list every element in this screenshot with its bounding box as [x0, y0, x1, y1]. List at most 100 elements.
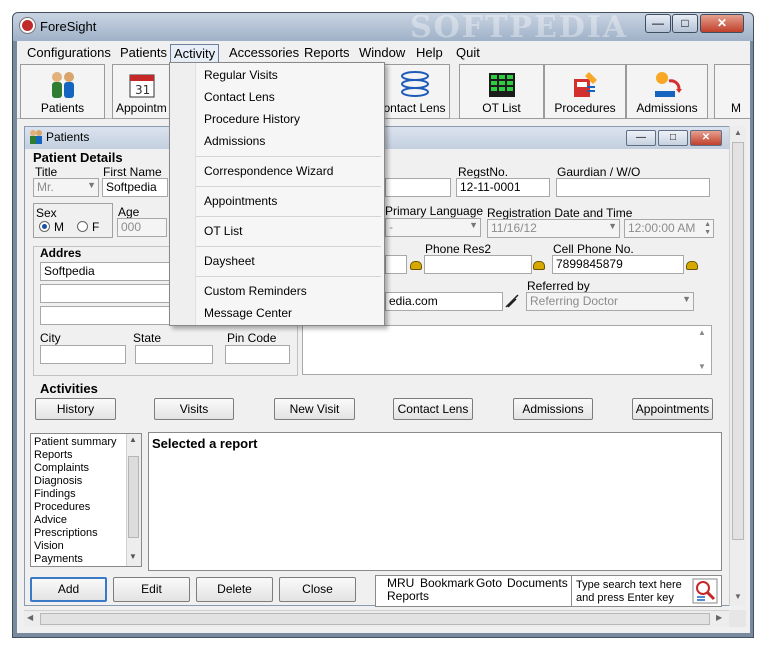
history-button[interactable]: History — [35, 398, 116, 420]
referring-doctor-select[interactable]: Referring Doctor ▼ — [526, 292, 694, 311]
list-item[interactable]: Complaints — [34, 462, 89, 474]
list-item[interactable]: Reports — [34, 449, 73, 461]
menu-reports[interactable]: Reports — [301, 44, 353, 61]
pen-icon[interactable] — [505, 294, 519, 308]
sex-male-radio[interactable] — [39, 221, 50, 232]
toolbar-procedures-button[interactable]: Procedures — [544, 64, 626, 119]
menu-quit[interactable]: Quit — [453, 44, 483, 61]
address-line2-field[interactable] — [40, 284, 170, 303]
phone-icon[interactable] — [686, 261, 698, 270]
scroll-thumb[interactable] — [732, 142, 744, 540]
main-horizontal-scrollbar[interactable]: ◀ ▶ — [24, 610, 730, 627]
list-item[interactable]: Advice — [34, 514, 67, 526]
city-field[interactable] — [40, 345, 126, 364]
phone-icon[interactable] — [533, 261, 545, 270]
scroll-right-icon[interactable]: ▶ — [716, 613, 722, 622]
scroll-thumb[interactable] — [128, 456, 139, 538]
maximize-button[interactable]: □ — [672, 14, 698, 33]
menu-configurations[interactable]: Configurations — [24, 44, 114, 61]
sex-female-radio[interactable] — [77, 221, 88, 232]
phone-res2-field[interactable] — [424, 255, 532, 274]
address-line1-field[interactable]: Softpedia — [40, 262, 170, 281]
regst-no-field[interactable]: 12-11-0001 — [456, 178, 550, 197]
list-item[interactable]: Patient summary — [34, 436, 117, 448]
menu-item-message-center[interactable]: Message Center — [204, 306, 292, 320]
edit-button[interactable]: Edit — [113, 577, 190, 602]
age-field[interactable]: 000 — [117, 218, 167, 237]
toolbar-appointments-button[interactable]: 31 Appointm — [112, 64, 172, 119]
list-item[interactable]: Diagnosis — [34, 475, 82, 487]
list-item[interactable]: Prescriptions — [34, 527, 98, 539]
state-field[interactable] — [135, 345, 213, 364]
scroll-down-icon[interactable]: ▼ — [734, 592, 742, 601]
size-grip[interactable] — [729, 610, 746, 627]
bookmark-link[interactable]: Bookmark — [420, 576, 474, 590]
menu-item-contact-lens[interactable]: Contact Lens — [204, 90, 275, 104]
toolbar-patients-button[interactable]: Patients — [20, 64, 105, 119]
menu-item-ot-list[interactable]: OT List — [204, 224, 242, 238]
minimize-button[interactable]: — — [645, 14, 671, 33]
address-line3-field[interactable] — [40, 306, 170, 325]
menu-item-regular-visits[interactable]: Regular Visits — [204, 68, 278, 82]
list-item[interactable]: Payments — [34, 553, 83, 565]
app-logo-icon[interactable] — [20, 18, 35, 33]
list-item[interactable]: Findings — [34, 488, 76, 500]
scroll-up-icon[interactable]: ▲ — [129, 435, 137, 444]
menu-patients[interactable]: Patients — [117, 44, 170, 61]
toolbar-ot-list-button[interactable]: OT List — [459, 64, 544, 119]
menu-accessories[interactable]: Accessories — [226, 44, 302, 61]
title-bar[interactable] — [13, 13, 753, 41]
scroll-up-icon[interactable]: ▲ — [734, 128, 742, 137]
menu-window[interactable]: Window — [356, 44, 408, 61]
close-button[interactable]: ✕ — [700, 14, 744, 33]
reg-date-picker[interactable]: 11/16/12 ▼ — [487, 219, 620, 238]
reports-link[interactable]: Reports — [387, 589, 429, 603]
menu-item-appointments[interactable]: Appointments — [204, 194, 277, 208]
phone-icon[interactable] — [410, 261, 422, 270]
mru-link[interactable]: MRU — [387, 576, 414, 590]
toolbar-admissions-button[interactable]: Admissions — [626, 64, 708, 119]
appointments-button[interactable]: Appointments — [632, 398, 713, 420]
menu-help[interactable]: Help — [413, 44, 446, 61]
menu-item-correspondence-wizard[interactable]: Correspondence Wizard — [204, 164, 333, 178]
cell-phone-field[interactable]: 7899845879 — [552, 255, 684, 274]
documents-link[interactable]: Documents — [507, 576, 568, 590]
notes-scroll-down-icon[interactable]: ▼ — [698, 362, 706, 371]
contact-lens-button[interactable]: Contact Lens — [393, 398, 473, 420]
report-list-scrollbar[interactable]: ▲ ▼ — [126, 434, 141, 566]
phone-res1-field[interactable] — [385, 255, 407, 274]
email-field[interactable]: edia.com — [385, 292, 503, 311]
admissions-button[interactable]: Admissions — [513, 398, 593, 420]
scroll-thumb[interactable] — [40, 613, 710, 625]
add-button[interactable]: Add — [30, 577, 107, 602]
last-name-field[interactable] — [385, 178, 451, 197]
main-vertical-scrollbar[interactable]: ▲ ▼ — [729, 126, 746, 606]
visits-button[interactable]: Visits — [154, 398, 234, 420]
pin-code-field[interactable] — [225, 345, 290, 364]
child-minimize-button[interactable]: — — [626, 130, 656, 146]
delete-button[interactable]: Delete — [196, 577, 273, 602]
reg-time-field[interactable]: 12:00:00 AM ▲ ▼ — [624, 219, 714, 238]
menu-item-daysheet[interactable]: Daysheet — [204, 254, 255, 268]
new-visit-button[interactable]: New Visit — [274, 398, 355, 420]
toolbar-contact-lens-button[interactable]: ontact Lens — [380, 64, 450, 119]
list-item[interactable]: Vision — [34, 540, 64, 552]
scroll-down-icon[interactable]: ▼ — [129, 552, 137, 561]
primary-language-select[interactable]: - ▼ — [385, 218, 481, 237]
guardian-field[interactable] — [556, 178, 710, 197]
notes-field[interactable] — [302, 325, 712, 375]
report-list[interactable]: Patient summary Reports Complaints Diagn… — [30, 433, 142, 567]
first-name-field[interactable]: Softpedia — [102, 178, 168, 197]
toolbar-more-button[interactable]: M — [714, 64, 750, 119]
menu-item-procedure-history[interactable]: Procedure History — [204, 112, 300, 126]
menu-item-admissions[interactable]: Admissions — [204, 134, 265, 148]
child-close-button[interactable]: ✕ — [690, 130, 722, 146]
title-select[interactable]: Mr. ▼ — [33, 178, 99, 197]
list-item[interactable]: Procedures — [34, 501, 90, 513]
menu-activity[interactable]: Activity — [170, 44, 220, 63]
close-patient-button[interactable]: Close — [279, 577, 356, 602]
scroll-left-icon[interactable]: ◀ — [27, 613, 33, 622]
goto-link[interactable]: Goto — [476, 576, 502, 590]
menu-item-custom-reminders[interactable]: Custom Reminders — [204, 284, 307, 298]
search-icon[interactable] — [692, 578, 718, 604]
